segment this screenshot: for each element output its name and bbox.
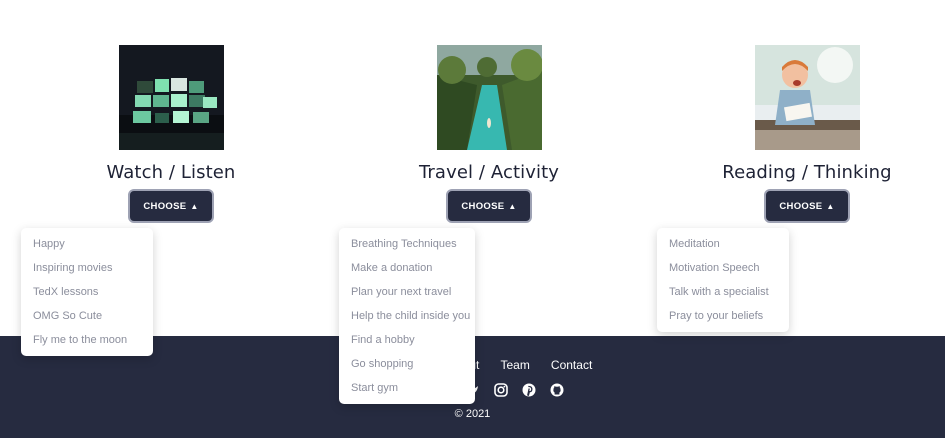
instagram-icon[interactable] — [494, 382, 508, 397]
menu-item-make-a-donation[interactable]: Make a donation — [339, 256, 475, 280]
menu-item-start-gym[interactable]: Start gym — [339, 376, 475, 400]
menu-item-meditation[interactable]: Meditation — [657, 232, 789, 256]
choose-label: CHOOSE — [143, 200, 187, 212]
chevron-up-icon: ▲ — [826, 201, 835, 211]
choose-label: CHOOSE — [779, 200, 823, 212]
tropical-river-image — [436, 45, 542, 150]
footer-link-team[interactable]: Team — [500, 358, 529, 372]
choose-button[interactable]: CHOOSE ▲ — [128, 189, 214, 223]
card-watch-listen: Watch / Listen CHOOSE ▲ — [41, 45, 301, 223]
card-reading-thinking: Reading / Thinking CHOOSE ▲ — [677, 45, 937, 223]
choose-button[interactable]: CHOOSE ▲ — [446, 189, 532, 223]
pinterest-icon[interactable] — [522, 382, 536, 397]
github-icon[interactable] — [550, 382, 564, 397]
card-title: Watch / Listen — [106, 162, 236, 183]
menu-item-happy[interactable]: Happy — [21, 232, 153, 256]
menu-item-motivation-speech[interactable]: Motivation Speech — [657, 256, 789, 280]
page: Watch / Listen CHOOSE ▲ Travel / Activit… — [0, 0, 945, 438]
menu-item-find-a-hobby[interactable]: Find a hobby — [339, 328, 475, 352]
dropdown-menu-watch: Happy Inspiring movies TedX lessons OMG … — [21, 228, 153, 356]
tv-wall-image — [118, 45, 224, 150]
menu-item-breathing-techniques[interactable]: Breathing Techniques — [339, 232, 475, 256]
choose-button[interactable]: CHOOSE ▲ — [764, 189, 850, 223]
chevron-up-icon: ▲ — [190, 201, 199, 211]
dropdown-menu-travel: Breathing Techniques Make a donation Pla… — [339, 228, 475, 404]
chevron-up-icon: ▲ — [508, 201, 517, 211]
menu-item-help-the-child-inside-you[interactable]: Help the child inside you — [339, 304, 475, 328]
choose-label: CHOOSE — [461, 200, 505, 212]
menu-item-talk-with-a-specialist[interactable]: Talk with a specialist — [657, 280, 789, 304]
card-title: Travel / Activity — [418, 162, 560, 183]
child-reading-image — [754, 45, 860, 150]
menu-item-inspiring-movies[interactable]: Inspiring movies — [21, 256, 153, 280]
menu-item-omg-so-cute[interactable]: OMG So Cute — [21, 304, 153, 328]
dropdown-menu-reading: Meditation Motivation Speech Talk with a… — [657, 228, 789, 332]
menu-item-pray-to-your-beliefs[interactable]: Pray to your beliefs — [657, 304, 789, 328]
card-title: Reading / Thinking — [722, 162, 892, 183]
menu-item-tedx-lessons[interactable]: TedX lessons — [21, 280, 153, 304]
card-travel-activity: Travel / Activity CHOOSE ▲ — [359, 45, 619, 223]
menu-item-plan-your-next-travel[interactable]: Plan your next travel — [339, 280, 475, 304]
footer-link-contact[interactable]: Contact — [551, 358, 592, 372]
social-icons — [466, 382, 564, 397]
menu-item-fly-me-to-the-moon[interactable]: Fly me to the moon — [21, 328, 153, 352]
copyright: © 2021 — [454, 408, 491, 420]
menu-item-go-shopping[interactable]: Go shopping — [339, 352, 475, 376]
